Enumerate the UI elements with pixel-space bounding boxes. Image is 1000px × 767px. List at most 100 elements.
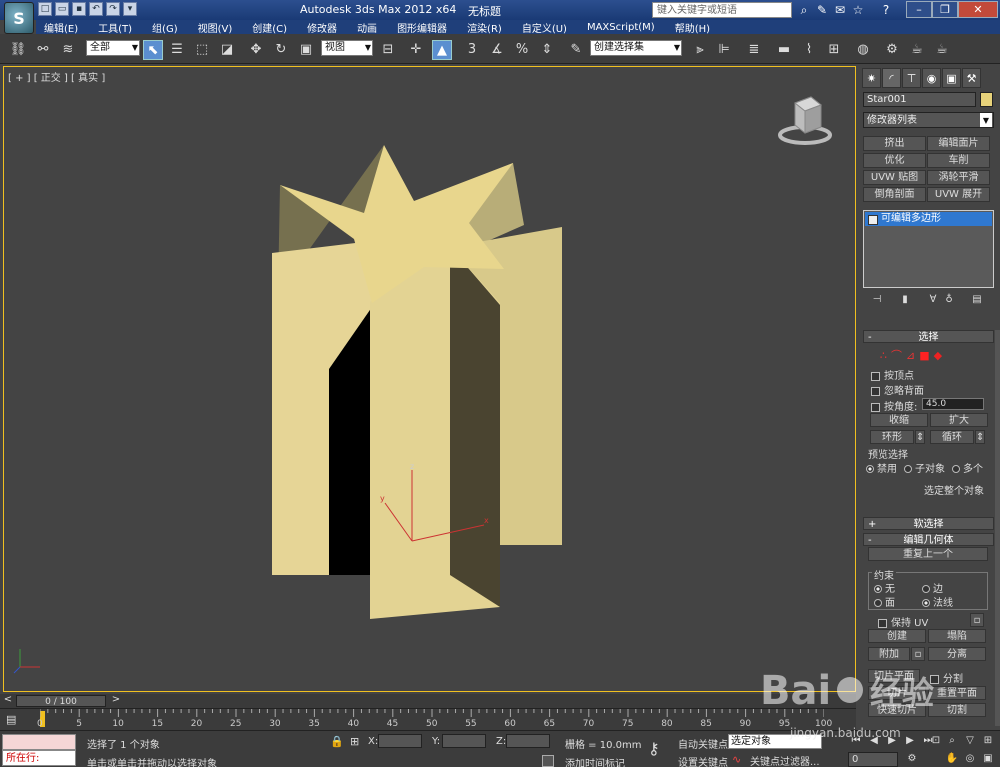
modifier-optimize-button[interactable]: 优化 [863, 153, 926, 168]
subobject-level-icons[interactable]: ∴⌒⊿■◆ [880, 347, 946, 363]
object-color-swatch[interactable] [980, 92, 993, 107]
project-folder-icon[interactable]: ▾ [123, 2, 137, 16]
move-icon[interactable]: ✥ [246, 40, 266, 60]
keyboard-shortcut-toggle-icon[interactable]: ▲ [432, 40, 452, 60]
menu-group[interactable]: 组(G) [144, 20, 190, 35]
by-vertex-checkbox[interactable]: 按顶点 [871, 367, 914, 382]
field-of-view-icon[interactable]: ▽ [962, 733, 978, 749]
preview-disabled-radio[interactable]: 禁用 [866, 460, 897, 475]
z-coordinate-field[interactable] [506, 734, 550, 748]
utilities-tab-icon[interactable]: ⚒ [962, 68, 981, 88]
ignore-backfacing-checkbox[interactable]: 忽略背面 [871, 382, 924, 397]
menu-modifiers[interactable]: 修改器 [299, 20, 349, 35]
orbit-icon[interactable]: ◎ [962, 751, 978, 767]
modifier-extrude-button[interactable]: 挤出 [863, 136, 926, 151]
constraint-normal-radio[interactable]: 法线 [922, 594, 953, 609]
curve-editor-icon[interactable]: ⌇ [799, 40, 819, 60]
key-filters-button[interactable]: 关键点过滤器... [750, 753, 820, 767]
lock-selection-icon[interactable]: 🔒 [330, 735, 344, 748]
detach-button[interactable]: 分离 [928, 647, 986, 661]
favorites-icon[interactable]: ☆ [850, 2, 866, 18]
angle-spinner[interactable]: 45.0 [922, 398, 984, 410]
loop-button[interactable]: 循环 [930, 430, 974, 444]
modifier-stack[interactable]: 可编辑多边形 [863, 210, 994, 288]
named-selection-dropdown[interactable]: 创建选择集 [590, 40, 682, 56]
track-bar[interactable]: ▤ 0 5 10 15 20 25 30 35 40 45 50 55 60 65 70 75 80 85 90 95… [0, 708, 856, 730]
graphite-ribbon-icon[interactable]: ▬ [774, 40, 794, 60]
next-frame-icon[interactable]: ▶ [902, 733, 918, 749]
app-logo-icon[interactable]: S [4, 2, 34, 34]
modifier-lathe-button[interactable]: 车削 [927, 153, 990, 168]
menu-animation[interactable]: 动画 [349, 20, 389, 35]
preview-subobject-radio[interactable]: 子对象 [904, 460, 945, 475]
save-icon[interactable]: ▪ [72, 2, 86, 16]
set-key-button[interactable]: 设置关键点 [678, 754, 728, 767]
close-button[interactable]: ✕ [958, 1, 998, 18]
stack-item-editable-poly[interactable]: 可编辑多边形 [865, 212, 992, 226]
bind-space-warp-icon[interactable]: ≋ [58, 40, 78, 60]
constraint-edge-radio[interactable]: 边 [922, 580, 943, 595]
redo-icon[interactable]: ↷ [106, 2, 120, 16]
unlink-icon[interactable]: ⚯ [33, 40, 53, 60]
search-input[interactable]: 键入关键字或短语 [652, 2, 792, 18]
current-frame-field[interactable]: 0 [848, 752, 898, 767]
material-editor-icon[interactable]: ◍ [853, 40, 873, 60]
rollout-selection-header[interactable]: - 选择 [863, 330, 994, 343]
make-unique-icon[interactable]: ∀ [926, 294, 940, 308]
attach-button[interactable]: 附加 [868, 647, 910, 661]
time-slider[interactable]: < 0 / 100 > [0, 694, 856, 708]
preserve-uv-settings-button[interactable]: ▫ [970, 613, 984, 627]
constraint-face-radio[interactable]: 面 [874, 594, 895, 609]
subscription-icon[interactable]: ✎ [814, 2, 830, 18]
absolute-mode-icon[interactable]: ⊞ [350, 735, 359, 748]
hierarchy-tab-icon[interactable]: ⊤ [902, 68, 921, 88]
preview-multi-radio[interactable]: 多个 [952, 460, 983, 475]
scale-icon[interactable]: ▣ [296, 40, 316, 60]
percent-snap-icon[interactable]: % [512, 40, 532, 60]
restore-button[interactable]: ❐ [932, 1, 958, 18]
modifier-turbosmooth-button[interactable]: 涡轮平滑 [927, 170, 990, 185]
menu-customize[interactable]: 自定义(U) [514, 20, 579, 35]
attach-list-button[interactable]: ▫ [911, 647, 925, 661]
time-config-icon[interactable]: ⚙ [904, 751, 920, 767]
rendered-frame-icon[interactable]: ☕ [907, 40, 927, 60]
by-angle-checkbox[interactable]: 按角度: [871, 398, 917, 413]
select-object-icon[interactable]: ⬉ [143, 40, 163, 60]
communication-icon[interactable]: ✉ [832, 2, 848, 18]
edit-named-selection-icon[interactable]: ✎ [566, 40, 586, 60]
modifier-uvw-map-button[interactable]: UVW 贴图 [863, 170, 926, 185]
pivot-center-icon[interactable]: ⊟ [378, 40, 398, 60]
ring-spinner[interactable]: ⇕ [915, 430, 925, 444]
menu-edit[interactable]: 编辑(E) [36, 20, 90, 35]
create-tab-icon[interactable]: ✷ [862, 68, 881, 88]
perspective-viewport[interactable]: [ + ] [ 正交 ] [ 真实 ] z y x [3, 66, 856, 692]
y-coordinate-field[interactable] [442, 734, 486, 748]
preserve-uv-checkbox[interactable]: 保持 UV [878, 614, 928, 629]
menu-rendering[interactable]: 渲染(R) [459, 20, 514, 35]
menu-maxscript[interactable]: MAXScript(M) [579, 22, 667, 33]
time-prev-arrow-icon[interactable]: < [2, 694, 14, 708]
menu-help[interactable]: 帮助(H) [667, 20, 722, 35]
menu-tools[interactable]: 工具(T) [90, 20, 144, 35]
time-slider-thumb[interactable]: 0 / 100 [16, 695, 106, 707]
angle-snap-icon[interactable]: ∡ [487, 40, 507, 60]
object-name-field[interactable]: Star001 [863, 92, 976, 107]
new-file-icon[interactable]: □ [38, 2, 52, 16]
modifier-list-dropdown[interactable]: 修改器列表 [863, 112, 994, 128]
rollout-edit-geometry-header[interactable]: - 编辑几何体 [863, 533, 994, 546]
pin-stack-icon[interactable]: ⊣ [870, 294, 884, 308]
selection-filter-dropdown[interactable]: 全部 [86, 40, 140, 56]
repeat-last-button[interactable]: 重复上一个 [868, 547, 988, 561]
link-icon[interactable]: ⛓ [8, 40, 28, 60]
maxscript-mini-listener[interactable] [2, 734, 76, 750]
mirror-icon[interactable]: ⫸ [690, 40, 710, 60]
star-extrusion-model[interactable]: z y x [4, 67, 857, 693]
motion-tab-icon[interactable]: ◉ [922, 68, 941, 88]
menu-graph-editors[interactable]: 图形编辑器 [389, 20, 459, 35]
loop-spinner[interactable]: ⇕ [975, 430, 985, 444]
add-time-tag[interactable]: 添加时间标记 [565, 755, 625, 767]
listener-field[interactable]: 所在行: [2, 750, 76, 766]
zoom-all-icon[interactable]: ⊞ [980, 733, 996, 749]
pan-icon[interactable]: ✋ [944, 751, 960, 767]
zoom-icon[interactable]: ⌕ [944, 733, 960, 749]
